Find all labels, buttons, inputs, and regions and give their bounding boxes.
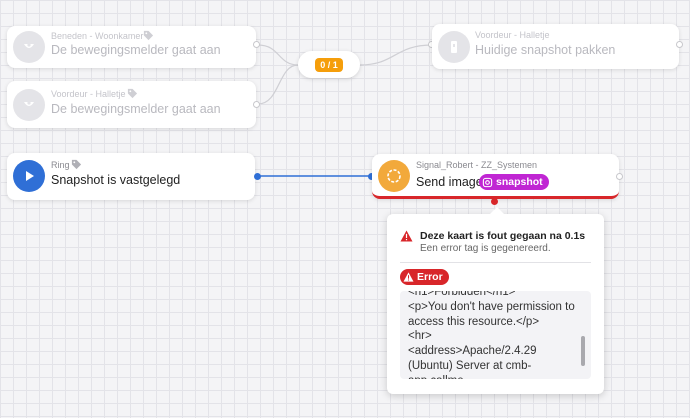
error-message-scrollbar[interactable] <box>581 336 585 366</box>
popup-arrow <box>489 207 505 215</box>
counter-badge: 0 / 1 <box>315 57 343 72</box>
error-badge-label: Error <box>417 271 443 283</box>
card-subtitle: Ring <box>51 160 70 170</box>
tag-icon <box>127 88 138 99</box>
snapshot-token-chip[interactable]: snapshot <box>479 174 549 190</box>
output-port[interactable] <box>676 41 683 48</box>
popup-divider <box>400 262 591 263</box>
door-sensor-icon <box>438 31 470 63</box>
error-port[interactable] <box>491 198 498 205</box>
card-subtitle: Voordeur - Halletje <box>51 89 126 99</box>
trigger-card-living[interactable]: Beneden - Woonkamer De bewegingsmelder g… <box>7 26 256 68</box>
card-subtitle: Voordeur - Halletje <box>475 30 550 40</box>
condition-counter[interactable]: 0 / 1 <box>298 51 360 78</box>
wire-counter-to-snapshot <box>359 44 433 66</box>
card-title: De bewegingsmelder gaat aan <box>51 43 221 57</box>
card-subtitle: Beneden - Woonkamer <box>51 31 144 41</box>
error-badge: Error <box>400 269 449 285</box>
card-title: Huidige snapshot pakken <box>475 43 616 57</box>
card-title: Send image <box>416 175 483 189</box>
error-message: <h1>Forbidden</h1> <p>You don't have per… <box>408 291 575 379</box>
motion-sensor-icon <box>13 89 45 121</box>
output-port[interactable] <box>254 173 261 180</box>
error-message-box[interactable]: <h1>Forbidden</h1> <p>You don't have per… <box>400 291 591 379</box>
instagram-icon <box>482 177 493 187</box>
chip-label: snapshot <box>496 176 543 188</box>
trigger-card-hall[interactable]: Voordeur - Halletje De bewegingsmelder g… <box>7 81 256 128</box>
wire-hall-to-counter <box>257 64 299 105</box>
warning-icon <box>400 230 413 242</box>
action-card-snapshot[interactable]: Voordeur - Halletje Huidige snapshot pak… <box>432 24 679 69</box>
trigger-card-ring[interactable]: Ring Snapshot is vastgelegd <box>7 153 255 200</box>
tag-icon <box>143 30 154 41</box>
motion-sensor-icon <box>13 31 45 63</box>
output-port[interactable] <box>253 101 260 108</box>
error-title: Deze kaart is fout gegaan na 0.1s <box>420 230 586 242</box>
output-port[interactable] <box>616 173 623 180</box>
card-title: De bewegingsmelder gaat aan <box>51 102 221 116</box>
card-subtitle: Signal_Robert - ZZ_Systemen <box>416 160 538 170</box>
signal-icon <box>378 160 410 192</box>
error-subtitle: Een error tag is gegenereerd. <box>420 243 551 254</box>
wire-living-to-counter <box>257 44 299 66</box>
card-title: Snapshot is vastgelegd <box>51 173 181 187</box>
output-port[interactable] <box>253 41 260 48</box>
warning-icon <box>403 272 414 282</box>
play-icon <box>13 160 45 192</box>
tag-icon <box>71 159 82 170</box>
